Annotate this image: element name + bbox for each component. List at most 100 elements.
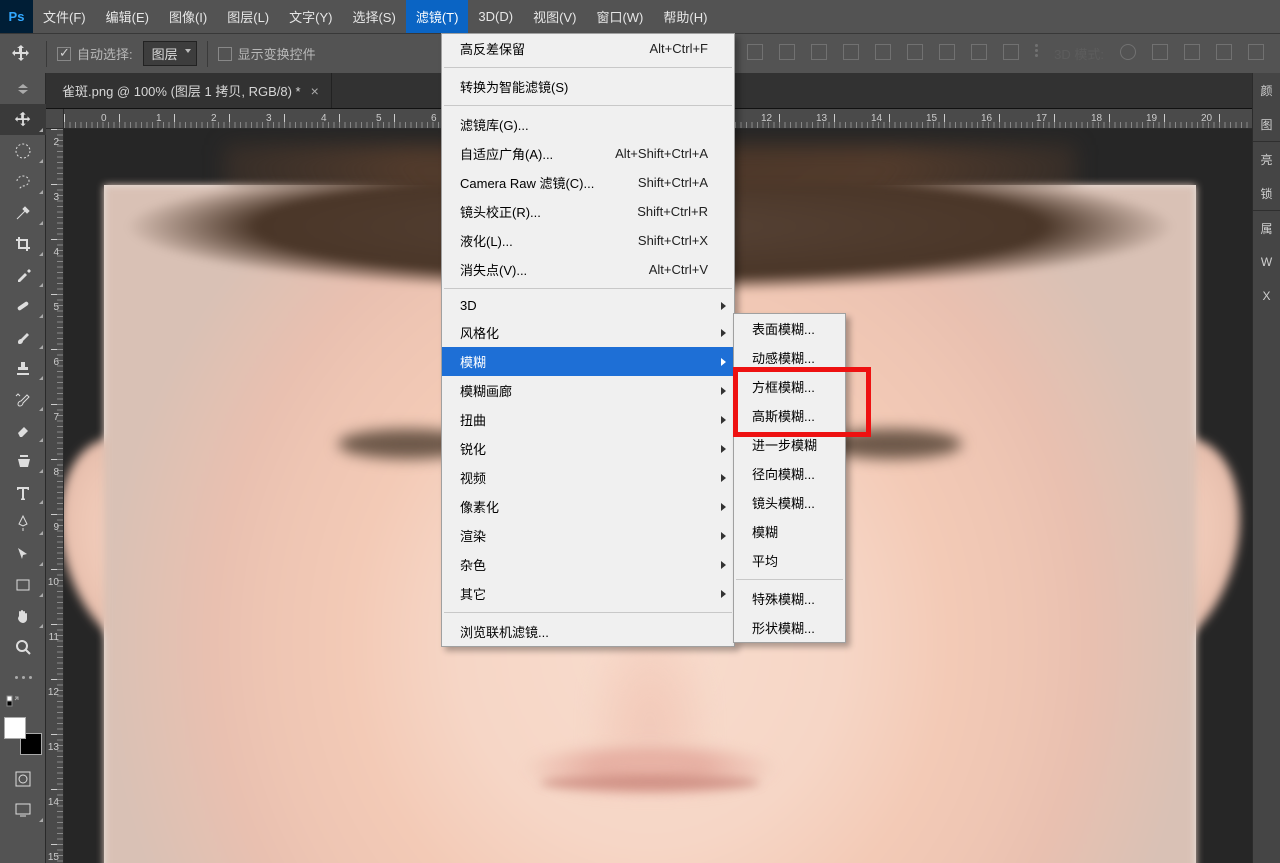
lasso-tool[interactable] — [0, 166, 46, 197]
submenu-item[interactable]: 镜头模糊... — [734, 488, 845, 517]
menu-item[interactable]: 渲染 — [442, 521, 734, 550]
menu-item[interactable]: 液化(L)...Shift+Ctrl+X — [442, 226, 734, 255]
swap-colors-icon[interactable] — [0, 693, 46, 709]
move-tool-icon[interactable] — [6, 39, 36, 69]
menu-视图[interactable]: 视图(V) — [523, 0, 586, 33]
fg-color-swatch[interactable] — [4, 717, 26, 739]
menu-item[interactable]: 杂色 — [442, 550, 734, 579]
ruler-label: 3 — [266, 113, 272, 124]
submenu-item[interactable]: 高斯模糊... — [734, 401, 845, 430]
menu-文字[interactable]: 文字(Y) — [279, 0, 342, 33]
ruler-label: 4 — [53, 247, 59, 258]
type-tool[interactable] — [0, 476, 46, 507]
auto-select-checkbox[interactable] — [57, 47, 71, 61]
menu-item[interactable]: 自适应广角(A)...Alt+Shift+Ctrl+A — [442, 139, 734, 168]
vertical-ruler[interactable]: 23456789101112131415 — [46, 129, 64, 863]
quickmask-icon[interactable] — [0, 763, 46, 794]
menu-item[interactable]: Camera Raw 滤镜(C)...Shift+Ctrl+A — [442, 168, 734, 197]
panel-tab[interactable]: 亮 — [1253, 142, 1280, 176]
menu-文件[interactable]: 文件(F) — [33, 0, 96, 33]
path-select-tool[interactable] — [0, 538, 46, 569]
more-tools-icon[interactable] — [0, 662, 46, 693]
menu-item[interactable]: 转换为智能滤镜(S) — [442, 72, 734, 101]
eraser-tool[interactable] — [0, 414, 46, 445]
submenu-item[interactable]: 特殊模糊... — [734, 584, 845, 613]
brush-tool[interactable] — [0, 321, 46, 352]
move-tool[interactable] — [0, 104, 46, 135]
panel-tab[interactable]: 颜 — [1253, 73, 1280, 107]
crop-tool[interactable] — [0, 228, 46, 259]
pen-tool[interactable] — [0, 507, 46, 538]
menu-3D[interactable]: 3D(D) — [468, 0, 523, 33]
stamp-tool[interactable] — [0, 352, 46, 383]
submenu-item[interactable]: 进一步模糊 — [734, 430, 845, 459]
shape-tool[interactable] — [0, 569, 46, 600]
menu-item[interactable]: 镜头校正(R)...Shift+Ctrl+R — [442, 197, 734, 226]
menu-item[interactable]: 模糊 — [442, 347, 734, 376]
align-icon[interactable] — [875, 44, 891, 60]
menu-滤镜[interactable]: 滤镜(T) — [406, 0, 469, 33]
tab-expand-icon[interactable] — [0, 73, 46, 104]
more-icon[interactable] — [1035, 44, 1038, 63]
menu-选择[interactable]: 选择(S) — [342, 0, 405, 33]
align-icon[interactable] — [971, 44, 987, 60]
menu-item[interactable]: 视频 — [442, 463, 734, 492]
menu-图层[interactable]: 图层(L) — [217, 0, 279, 33]
menu-item[interactable]: 高反差保留Alt+Ctrl+F — [442, 34, 734, 63]
menu-窗口[interactable]: 窗口(W) — [586, 0, 653, 33]
panel-tab[interactable]: 锁 — [1253, 176, 1280, 210]
eyedropper-tool[interactable] — [0, 259, 46, 290]
submenu-item[interactable]: 动感模糊... — [734, 343, 845, 372]
menu-item[interactable]: 锐化 — [442, 434, 734, 463]
mode3d-icon[interactable] — [1248, 44, 1264, 60]
menu-item[interactable]: 消失点(V)...Alt+Ctrl+V — [442, 255, 734, 284]
align-icon[interactable] — [747, 44, 763, 60]
history-brush-tool[interactable] — [0, 383, 46, 414]
submenu-item[interactable]: 形状模糊... — [734, 613, 845, 642]
menu-item[interactable]: 其它 — [442, 579, 734, 608]
wand-tool[interactable] — [0, 197, 46, 228]
menu-item[interactable]: 3D — [442, 293, 734, 318]
submenu-item[interactable]: 表面模糊... — [734, 314, 845, 343]
mode3d-icon[interactable] — [1184, 44, 1200, 60]
align-icon[interactable] — [907, 44, 923, 60]
menu-图像[interactable]: 图像(I) — [159, 0, 217, 33]
menu-item[interactable]: 扭曲 — [442, 405, 734, 434]
menu-item[interactable]: 像素化 — [442, 492, 734, 521]
ruler-label: 7 — [53, 412, 59, 423]
align-icon[interactable] — [843, 44, 859, 60]
color-swatches[interactable] — [4, 717, 42, 755]
healing-tool[interactable] — [0, 290, 46, 321]
align-icon[interactable] — [939, 44, 955, 60]
document-tab[interactable]: 雀斑.png @ 100% (图层 1 拷贝, RGB/8) * × — [50, 73, 332, 108]
menu-item[interactable]: 浏览联机滤镜... — [442, 617, 734, 646]
layer-type-select[interactable]: 图层 — [143, 41, 197, 66]
align-icon[interactable] — [811, 44, 827, 60]
panel-tab[interactable]: 属 — [1253, 211, 1280, 245]
mode3d-icon[interactable] — [1152, 44, 1168, 60]
menu-编辑[interactable]: 编辑(E) — [96, 0, 159, 33]
marquee-tool[interactable] — [0, 135, 46, 166]
submenu-item[interactable]: 径向模糊... — [734, 459, 845, 488]
submenu-item[interactable]: 模糊 — [734, 517, 845, 546]
close-tab-icon[interactable]: × — [311, 83, 319, 99]
menu-item[interactable]: 滤镜库(G)... — [442, 110, 734, 139]
show-transform-checkbox[interactable] — [218, 47, 232, 61]
menu-帮助[interactable]: 帮助(H) — [653, 0, 717, 33]
panel-tab[interactable]: 图 — [1253, 107, 1280, 141]
align-icon[interactable] — [1003, 44, 1019, 60]
align-icon[interactable] — [779, 44, 795, 60]
submenu-item[interactable]: 方框模糊... — [734, 372, 845, 401]
menu-item[interactable]: 风格化 — [442, 318, 734, 347]
gradient-tool[interactable] — [0, 445, 46, 476]
panel-tab[interactable]: X — [1253, 279, 1280, 313]
mode3d-icon[interactable] — [1120, 44, 1136, 60]
hand-tool[interactable] — [0, 600, 46, 631]
submenu-item[interactable]: 平均 — [734, 546, 845, 575]
screenmode-icon[interactable] — [0, 794, 46, 825]
zoom-tool[interactable] — [0, 631, 46, 662]
mode3d-icon[interactable] — [1216, 44, 1232, 60]
ruler-corner — [46, 109, 64, 129]
panel-tab[interactable]: W — [1253, 245, 1280, 279]
menu-item[interactable]: 模糊画廊 — [442, 376, 734, 405]
